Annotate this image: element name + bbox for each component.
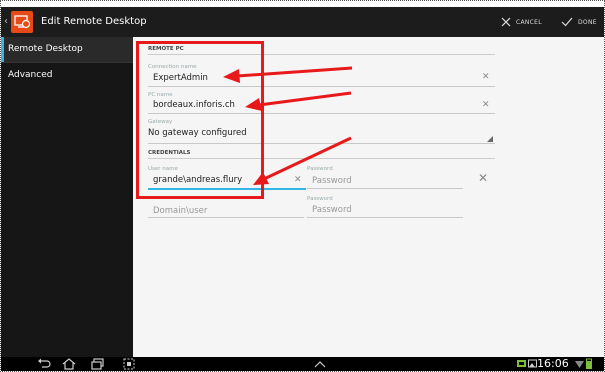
home-icon[interactable] [61, 358, 77, 370]
back-icon[interactable] [37, 358, 51, 370]
battery-icon [586, 358, 592, 369]
annotation-arrow [258, 91, 352, 107]
navigation-bar: 16:06 [1, 357, 604, 371]
screenshot-icon[interactable] [123, 358, 135, 370]
annotation-arrowhead [223, 69, 240, 83]
annotation-arrowhead [245, 98, 262, 111]
screen: ‹ Edit Remote Desktop CANCEL DONE Remote… [0, 0, 605, 372]
annotation-arrow [263, 136, 352, 181]
clock: 16:06 [537, 357, 569, 370]
annotation-arrows [223, 66, 353, 185]
chevron-up-icon[interactable] [314, 360, 326, 368]
image-icon [528, 359, 537, 368]
notification-icon [517, 360, 526, 367]
wifi-icon [575, 361, 584, 368]
annotation-arrow [236, 66, 353, 78]
recent-apps-icon[interactable] [91, 358, 105, 370]
